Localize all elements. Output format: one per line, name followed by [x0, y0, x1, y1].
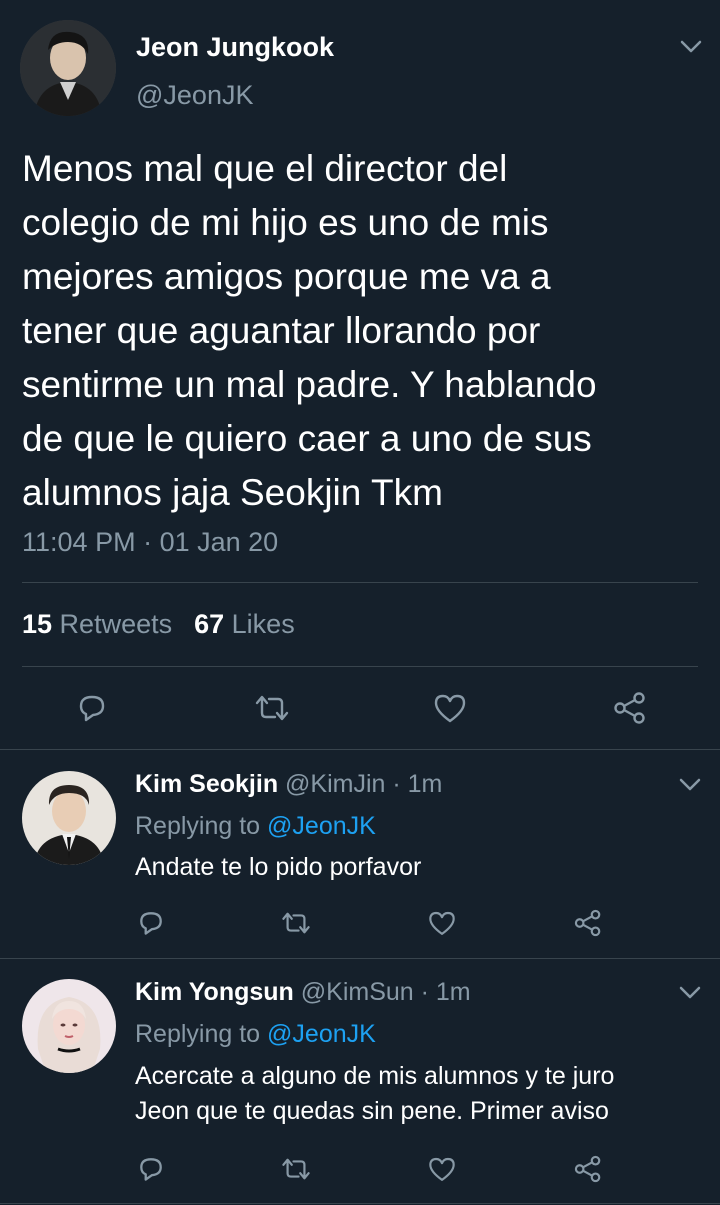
reply-button[interactable]: [134, 906, 168, 940]
likes-label: Likes: [224, 609, 295, 639]
replying-mention[interactable]: @JeonJK: [267, 1020, 376, 1048]
avatar[interactable]: [22, 771, 116, 865]
tweet-stats: 15 Retweets 67 Likes: [22, 609, 317, 640]
like-icon: [429, 1157, 455, 1181]
replying-mention[interactable]: @JeonJK: [267, 812, 376, 840]
timestamp-separator: ·: [135, 527, 160, 557]
retweet-button[interactable]: [279, 1152, 313, 1186]
reply-button[interactable]: [72, 688, 112, 728]
main-tweet: Jeon Jungkook @JeonJK Menos mal que el d…: [0, 0, 720, 750]
reply-author[interactable]: Kim Seokjin @KimJin · 1m: [135, 770, 442, 799]
avatar[interactable]: [22, 979, 116, 1073]
like-button[interactable]: [430, 688, 470, 728]
tweet-timestamp[interactable]: 11:04 PM · 01 Jan 20: [22, 527, 278, 558]
author-name[interactable]: Jeon Jungkook: [136, 32, 334, 63]
replying-prefix: Replying to: [135, 1020, 268, 1048]
like-button[interactable]: [425, 1152, 459, 1186]
share-button[interactable]: [571, 906, 605, 940]
reply-author[interactable]: Kim Yongsun @KimSun · 1m: [135, 978, 471, 1007]
divider: [22, 666, 698, 667]
retweet-icon: [255, 695, 289, 721]
tweet-text: Menos mal que el director del colegio de…: [22, 148, 597, 513]
author-name: Kim Seokjin: [135, 770, 279, 798]
replying-to: Replying to @JeonJK: [135, 812, 376, 841]
divider: [0, 958, 720, 959]
chevron-down-icon[interactable]: [679, 986, 701, 1000]
author-handle: @KimJin: [285, 770, 386, 798]
likes-stat[interactable]: 67 Likes: [194, 609, 295, 640]
replying-to: Replying to @JeonJK: [135, 1020, 376, 1049]
reply-icon: [140, 912, 162, 935]
share-button[interactable]: [571, 1152, 605, 1186]
chevron-down-icon[interactable]: [679, 778, 701, 792]
retweet-icon: [282, 912, 310, 934]
tweet-time: 11:04 PM: [22, 527, 136, 557]
like-icon: [434, 694, 466, 723]
reply-icon: [140, 1158, 162, 1181]
share-icon: [574, 909, 601, 937]
share-button[interactable]: [610, 688, 650, 728]
author-name: Kim Yongsun: [135, 978, 294, 1006]
like-button[interactable]: [425, 906, 459, 940]
reply-age: · 1m: [413, 978, 471, 1006]
tweet-date: 01 Jan 20: [159, 527, 279, 557]
reply-text: Andate te lo pido porfavor: [135, 853, 422, 881]
avatar[interactable]: [20, 20, 116, 116]
share-icon: [574, 1155, 601, 1183]
divider: [0, 749, 720, 750]
divider: [22, 582, 698, 583]
author-handle: @KimSun: [300, 978, 414, 1006]
replying-prefix: Replying to: [135, 812, 268, 840]
author-handle[interactable]: @JeonJK: [136, 80, 253, 111]
reply-button[interactable]: [134, 1152, 168, 1186]
likes-count: 67: [194, 609, 225, 639]
reply-icon: [79, 695, 105, 722]
chevron-down-icon[interactable]: [680, 40, 702, 54]
retweet-button[interactable]: [279, 906, 313, 940]
retweet-icon: [282, 1158, 310, 1180]
retweets-label: Retweets: [52, 609, 173, 639]
like-icon: [429, 911, 455, 935]
share-icon: [614, 692, 645, 724]
retweet-button[interactable]: [252, 688, 292, 728]
divider: [0, 1203, 720, 1204]
reply-age: · 1m: [385, 770, 443, 798]
retweets-stat[interactable]: 15 Retweets: [22, 609, 172, 640]
retweets-count: 15: [22, 609, 53, 639]
reply-text: Acercate a alguno de mis alumnos y te ju…: [135, 1062, 615, 1125]
